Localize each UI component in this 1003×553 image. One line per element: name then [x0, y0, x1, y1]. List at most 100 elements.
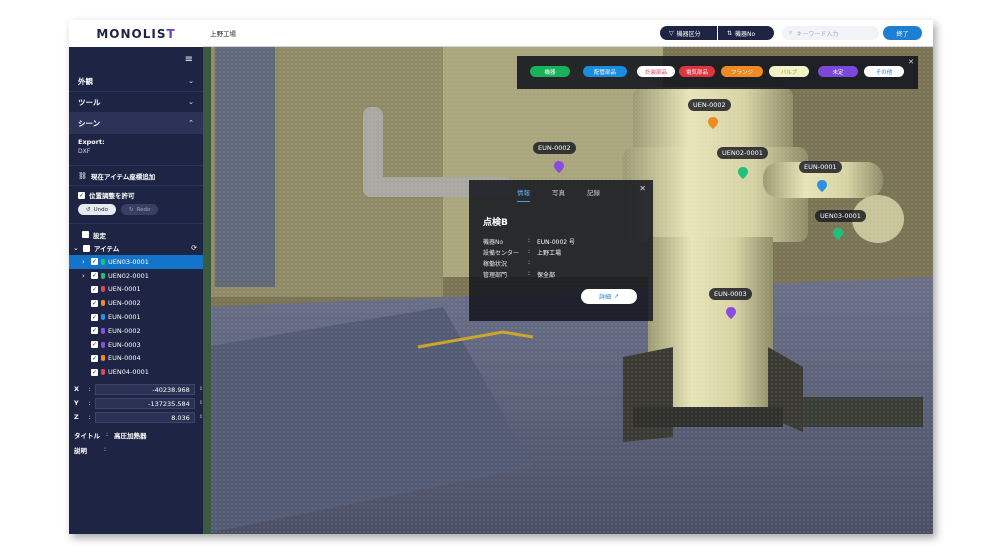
filter-chip[interactable]: 未定	[818, 66, 858, 77]
map-pin-icon[interactable]	[738, 167, 748, 179]
popup-tabs: 情報 写真 記録	[517, 187, 600, 202]
checkbox-checked[interactable]: ✓	[91, 368, 98, 376]
tree-item[interactable]: ✓ UEN04-0001	[69, 365, 203, 379]
tree-item[interactable]: ✓ UEN-0001	[69, 283, 203, 297]
swap-icon: ⇅	[727, 29, 733, 37]
tree-item-label: UEN-0002	[108, 299, 141, 308]
checkbox-checked[interactable]: ✓	[78, 191, 85, 199]
external-link-icon: ↗	[613, 293, 620, 300]
map-pin-icon[interactable]	[554, 161, 564, 173]
tree-item[interactable]: ✓ UEN-0002	[69, 296, 203, 310]
export-format[interactable]: DXF	[78, 148, 194, 155]
popup-row-value: 保全部	[537, 272, 556, 279]
close-icon[interactable]: ✕	[639, 184, 646, 193]
popup-row: 稼働状況:	[483, 259, 531, 268]
marker-pin-icon	[101, 300, 105, 307]
checkbox-checked[interactable]: ✓	[91, 354, 98, 362]
tree-item[interactable]: ✓ EUN-0003	[69, 338, 203, 352]
search-box[interactable]: ⌕ キーワード入力	[782, 26, 879, 40]
checkbox-checked[interactable]: ✓	[91, 313, 98, 321]
coord-row: Z:8.036 ⇕	[74, 411, 203, 423]
coord-input[interactable]: -40238.968	[94, 383, 195, 395]
title-value[interactable]: 高圧加熱器	[114, 430, 147, 440]
popup-row: 管理部門: 保全部	[483, 270, 556, 279]
tree-item-label: EUN-0002	[108, 326, 141, 335]
popup-row-value: 上野工場	[537, 250, 562, 257]
marker-label[interactable]: UEN03-0001	[815, 210, 866, 222]
items-list: › ✓ UEN03-0001 › ✓ UEN02-0001 ✓ UEN-0001 ✓ UEN-00…	[69, 255, 203, 379]
scene-title: 上野工場	[210, 30, 236, 38]
menu-appearance[interactable]: 外観 ⌄	[69, 71, 203, 92]
popup-row-key: 稼働状況	[483, 261, 508, 268]
refresh-icon[interactable]: ⟳	[191, 244, 197, 252]
checkbox-checked[interactable]: ✓	[91, 272, 98, 280]
coord-input[interactable]: 8.036	[94, 411, 195, 423]
chevron-down-icon: ⌄	[188, 77, 194, 85]
checkbox-checked[interactable]: ✓	[91, 341, 98, 349]
chevron-right-icon[interactable]: ›	[82, 272, 85, 280]
marker-label[interactable]: EUN-0002	[533, 142, 576, 154]
popup-row-key: 設備センター	[483, 250, 520, 257]
filter-chip[interactable]: 計装部品	[637, 66, 675, 77]
tree-item-label: UEN-0001	[108, 285, 141, 294]
checkbox-unchecked[interactable]	[82, 231, 89, 238]
tree-item[interactable]: › ✓ UEN03-0001	[69, 255, 203, 269]
filter-chip[interactable]: 配管部品	[583, 66, 627, 77]
filter-chip[interactable]: バルブ	[769, 66, 809, 77]
tree-item[interactable]: ✓ EUN-0001	[69, 310, 203, 324]
hamburger-icon[interactable]: ≡	[69, 47, 203, 71]
filter-chip[interactable]: その他	[864, 66, 904, 77]
tree-item-label: EUN-0004	[108, 354, 141, 363]
marker-pin-icon	[101, 341, 105, 348]
map-pin-icon[interactable]	[708, 117, 718, 129]
map-pin-icon[interactable]	[726, 307, 736, 319]
detail-button[interactable]: 詳細 ↗	[581, 289, 637, 304]
filter-chip[interactable]: 機器	[530, 66, 570, 77]
end-button[interactable]: 終了	[883, 26, 922, 40]
main-area: 上野工場 ▽ 機器区分 ⇅ 機器No ⌕ キーワード入力 終了 ✕ 機器 配管部…	[203, 20, 933, 534]
items-tree-header[interactable]: ⌄ アイテム ⟳	[69, 241, 203, 255]
menu-scene[interactable]: シーン ⌃	[69, 113, 203, 134]
equipment-no-button[interactable]: ⇅ 機器No	[718, 26, 774, 40]
checkbox-checked[interactable]: ✓	[91, 299, 98, 307]
marker-label[interactable]: EUN-0001	[799, 161, 842, 173]
filter-chip[interactable]: 電気部品	[679, 66, 715, 77]
allow-adjust-checkbox[interactable]: ✓ 位置調整を許可	[78, 190, 194, 200]
coord-axis-label: X	[74, 385, 80, 394]
tree-item[interactable]: ✓ EUN-0002	[69, 324, 203, 338]
point-cloud-viewport[interactable]: ✕ 機器 配管部品 計装部品 電気部品 フランジ バルブ 未定 その他 EUN-0002 UEN…	[203, 47, 933, 534]
checkbox-checked[interactable]: ✓	[91, 285, 98, 293]
chevron-right-icon[interactable]: ›	[82, 258, 85, 266]
map-pin-icon[interactable]	[817, 180, 827, 192]
checkbox-unchecked[interactable]	[82, 244, 90, 252]
tab-info[interactable]: 情報	[517, 187, 530, 202]
filter-chip[interactable]: フランジ	[721, 66, 763, 77]
checkbox-checked[interactable]: ✓	[91, 258, 98, 266]
map-pin-icon[interactable]	[833, 228, 843, 240]
redo-button[interactable]: ↻ Redo	[120, 204, 159, 215]
tree-item[interactable]: ✓ EUN-0004	[69, 352, 203, 366]
equipment-filter-button[interactable]: ▽ 機器区分	[660, 26, 717, 40]
tab-photos[interactable]: 写真	[552, 187, 565, 202]
sidebar: MONOLIST ≡ 外観 ⌄ ツール ⌄ シーン ⌃ Export: DXF …	[69, 20, 203, 534]
close-icon[interactable]: ✕	[908, 58, 914, 66]
chevron-down-icon: ⌄	[188, 98, 194, 106]
marker-label[interactable]: EUN-0003	[709, 288, 752, 300]
top-bar: 上野工場 ▽ 機器区分 ⇅ 機器No ⌕ キーワード入力 終了	[203, 20, 933, 47]
undo-button[interactable]: ↺ Undo	[78, 204, 116, 215]
tree-item-label: UEN02-0001	[108, 271, 149, 280]
chevron-down-icon: ⌄	[73, 244, 79, 252]
description-row: 説明 :	[74, 446, 107, 455]
checkbox-checked[interactable]: ✓	[91, 327, 98, 335]
menu-tools[interactable]: ツール ⌄	[69, 92, 203, 113]
tab-records[interactable]: 記録	[587, 187, 600, 202]
marker-label[interactable]: UEN-0002	[688, 99, 731, 111]
settings-checkbox[interactable]: 設定	[69, 228, 203, 241]
search-input[interactable]: キーワード入力	[796, 29, 838, 38]
filter-icon: ▽	[669, 29, 674, 37]
tree-item[interactable]: › ✓ UEN02-0001	[69, 269, 203, 283]
coord-input[interactable]: -137235.584	[94, 397, 195, 409]
coord-row: Y: -137235.584 ⇕	[74, 397, 203, 409]
add-item-coords[interactable]: ⛓ 現在アイテム座標追加	[69, 166, 203, 186]
marker-label[interactable]: UEN02-0001	[717, 147, 768, 159]
